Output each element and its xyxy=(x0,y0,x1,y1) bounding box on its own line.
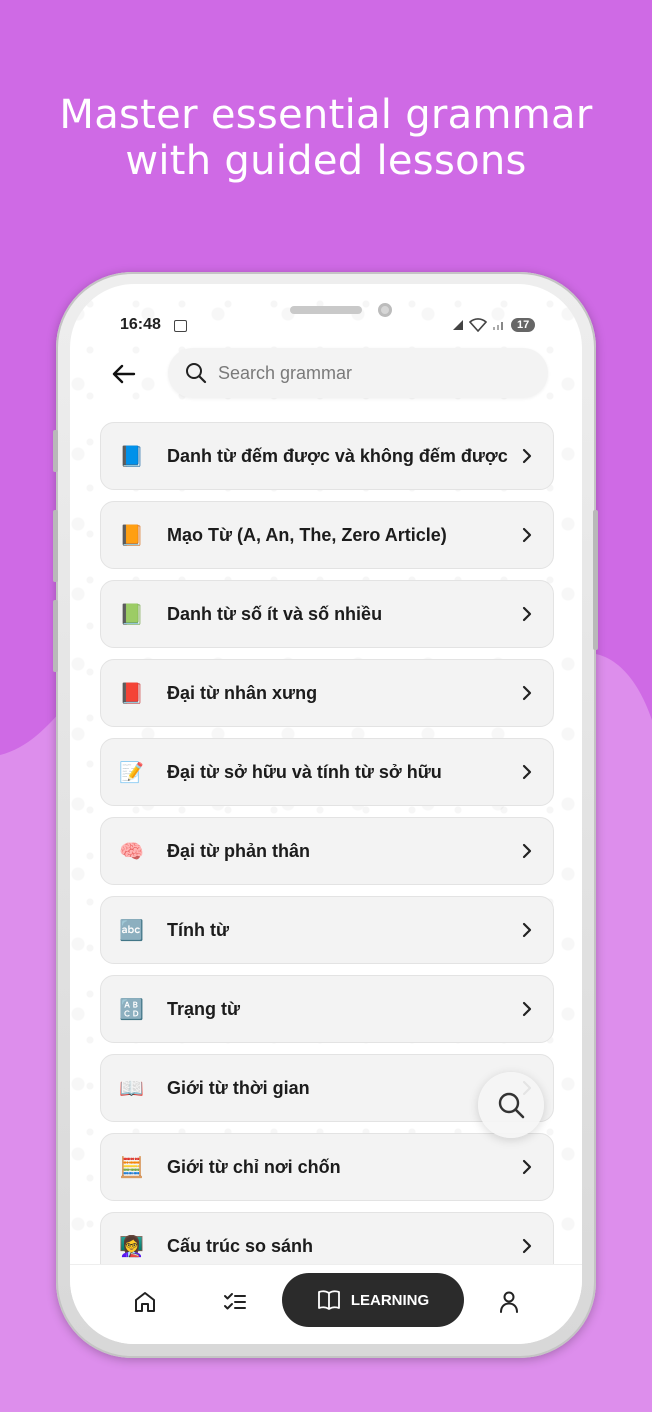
chevron-right-icon xyxy=(522,685,532,701)
nav-learning-tab[interactable]: LEARNING xyxy=(282,1273,464,1327)
lesson-item[interactable]: 🔠 Trạng từ xyxy=(100,975,554,1043)
lesson-label: Danh từ số ít và số nhiều xyxy=(167,603,383,624)
phone-side-button xyxy=(53,430,58,472)
lesson-item[interactable]: 📙 Mạo Từ (A, An, The, Zero Article) xyxy=(100,501,554,569)
cell-signal-icon xyxy=(493,322,503,330)
search-icon xyxy=(498,1092,525,1119)
phone-side-button xyxy=(593,510,598,650)
lesson-label: Mạo Từ (A, An, The, Zero Article) xyxy=(167,524,447,545)
lesson-item[interactable]: 📗 Danh từ số ít và số nhiều xyxy=(100,580,554,648)
lesson-emoji-icon: 📝 xyxy=(119,760,144,784)
lesson-emoji-icon: 🧮 xyxy=(119,1155,144,1179)
lesson-emoji-icon: 📙 xyxy=(119,523,144,547)
lesson-emoji-icon: 📗 xyxy=(119,602,144,626)
lesson-item[interactable]: 📕 Đại từ nhân xưng xyxy=(100,659,554,727)
chevron-right-icon xyxy=(522,1001,532,1017)
lesson-list: 📘 Danh từ đếm được và không đếm được 📙 M… xyxy=(100,422,554,1291)
wifi-icon xyxy=(469,318,487,332)
search-icon xyxy=(186,363,207,384)
lesson-emoji-icon: 🧠 xyxy=(119,839,144,863)
lesson-label: Đại từ phản thân xyxy=(167,840,311,861)
chevron-right-icon xyxy=(522,1159,532,1175)
lesson-emoji-icon: 🔤 xyxy=(119,918,144,942)
front-camera xyxy=(378,303,392,317)
signal-low-icon xyxy=(453,320,463,330)
lesson-label: Đại từ nhân xưng xyxy=(167,682,318,703)
headline: Master essential grammar with guided les… xyxy=(0,92,652,184)
lesson-label: Tính từ xyxy=(167,919,230,940)
speaker-grille xyxy=(290,306,362,314)
status-time: 16:48 xyxy=(120,316,161,333)
checklist-icon[interactable] xyxy=(222,1289,248,1315)
nav-learning-label: LEARNING xyxy=(350,1291,430,1309)
phone-side-button xyxy=(53,510,58,582)
chevron-right-icon xyxy=(522,764,532,780)
phone-screen: 16:48 17 📘 Danh từ đếm được và không đếm… xyxy=(70,284,582,1344)
headline-line-2: with guided lessons xyxy=(125,138,527,184)
chevron-right-icon xyxy=(522,1238,532,1254)
chevron-right-icon xyxy=(522,922,532,938)
chevron-right-icon xyxy=(522,843,532,859)
lesson-emoji-icon: 📘 xyxy=(119,444,144,468)
floating-search-button[interactable] xyxy=(478,1072,544,1138)
lesson-item[interactable]: 🧮 Giới từ chỉ nơi chốn xyxy=(100,1133,554,1201)
lesson-label: Đại từ sở hữu và tính từ sở hữu xyxy=(167,761,442,782)
lesson-emoji-icon: 👩‍🏫 xyxy=(119,1234,144,1258)
lesson-item[interactable]: 🔤 Tính từ xyxy=(100,896,554,964)
lesson-item[interactable]: 📘 Danh từ đếm được và không đếm được xyxy=(100,422,554,490)
lesson-emoji-icon: 📖 xyxy=(119,1076,144,1100)
status-icons: 17 xyxy=(452,318,536,332)
phone-side-button xyxy=(53,600,58,672)
headline-line-1: Master essential grammar xyxy=(59,92,593,138)
battery-badge: 17 xyxy=(511,318,536,332)
profile-icon[interactable] xyxy=(496,1289,522,1315)
screenshot-icon xyxy=(174,320,187,332)
chevron-right-icon xyxy=(522,606,532,622)
lesson-emoji-icon: 📕 xyxy=(119,681,144,705)
lesson-emoji-icon: 🔠 xyxy=(119,997,144,1021)
lesson-label: Trạng từ xyxy=(167,998,241,1019)
lesson-item[interactable]: 🧠 Đại từ phản thân xyxy=(100,817,554,885)
lesson-label: Cấu trúc so sánh xyxy=(167,1235,314,1256)
chevron-right-icon xyxy=(522,448,532,464)
search-bar[interactable] xyxy=(168,348,548,398)
lesson-item[interactable]: 📝 Đại từ sở hữu và tính từ sở hữu xyxy=(100,738,554,806)
back-arrow-icon[interactable] xyxy=(110,360,138,388)
lesson-label: Danh từ đếm được và không đếm được xyxy=(167,445,508,466)
bottom-nav: LEARNING xyxy=(70,1264,582,1344)
book-icon xyxy=(317,1290,340,1310)
search-input[interactable] xyxy=(218,362,538,384)
chevron-right-icon xyxy=(522,527,532,543)
lesson-label: Giới từ thời gian xyxy=(167,1077,310,1098)
lesson-label: Giới từ chỉ nơi chốn xyxy=(167,1156,341,1177)
home-icon[interactable] xyxy=(132,1289,158,1315)
